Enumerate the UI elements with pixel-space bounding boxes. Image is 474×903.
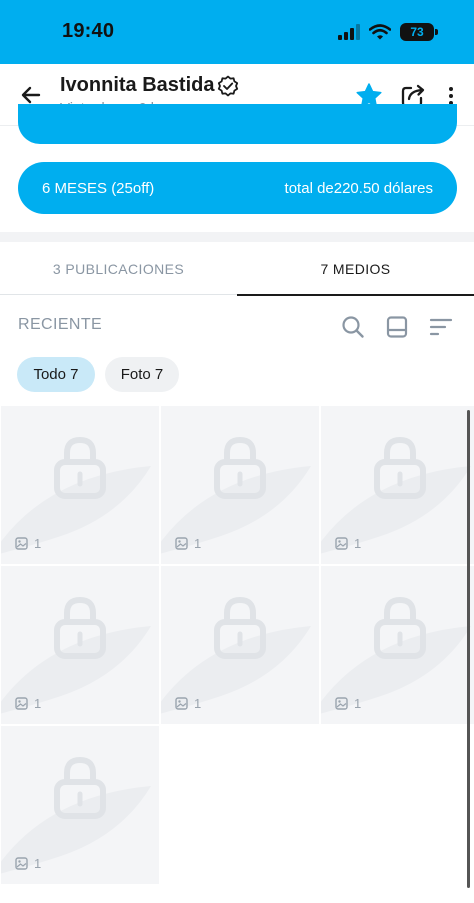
search-button[interactable] <box>340 314 366 340</box>
subscription-bundle-button[interactable]: 6 MESES (25off) total de220.50 dólares <box>18 162 457 214</box>
image-icon <box>15 857 28 870</box>
media-count: 1 <box>15 696 41 711</box>
image-icon <box>335 697 348 710</box>
status-bar: 19:40 73 <box>0 0 474 64</box>
wifi-icon <box>369 24 391 40</box>
profile-name[interactable]: Ivonnita Bastida <box>60 74 239 97</box>
more-dot-icon <box>449 87 453 91</box>
image-icon <box>15 537 28 550</box>
lock-icon <box>374 596 426 659</box>
status-icons: 73 <box>338 22 438 42</box>
media-count: 1 <box>335 696 361 711</box>
bundle-price-label: total de220.50 dólares <box>284 179 433 197</box>
media-count-value: 1 <box>194 536 202 551</box>
media-count-value: 1 <box>194 696 202 711</box>
section-divider <box>0 232 474 242</box>
lock-icon <box>214 596 266 659</box>
media-tile[interactable]: 1 <box>161 566 319 724</box>
layout-toggle-button[interactable] <box>384 314 410 340</box>
media-count: 1 <box>175 536 201 551</box>
lock-icon <box>54 596 106 659</box>
subscription-option-partial[interactable] <box>18 104 457 144</box>
search-icon <box>342 316 364 338</box>
media-count-value: 1 <box>34 696 42 711</box>
signal-icon <box>338 24 360 40</box>
status-time: 19:40 <box>62 20 115 42</box>
profile-tabs: 3 PUBLICACIONES 7 MEDIOS <box>0 242 474 296</box>
media-count-value: 1 <box>354 536 362 551</box>
profile-name-text: Ivonnita Bastida <box>60 74 215 96</box>
more-dot-icon <box>449 94 453 98</box>
media-count-value: 1 <box>354 696 362 711</box>
media-tile[interactable]: 1 <box>1 726 159 884</box>
battery-icon: 73 <box>400 23 438 41</box>
tab-media[interactable]: 7 MEDIOS <box>237 242 474 296</box>
media-count-value: 1 <box>34 536 42 551</box>
media-count: 1 <box>15 536 41 551</box>
lock-icon <box>374 436 426 499</box>
media-tile[interactable]: 1 <box>321 406 474 564</box>
media-tile[interactable]: 1 <box>321 566 474 724</box>
media-tile[interactable]: 1 <box>161 406 319 564</box>
filter-chip-photo[interactable]: Foto 7 <box>105 357 179 392</box>
layout-icon <box>386 316 408 338</box>
media-grid: 1 1 1 1 1 1 1 <box>0 406 474 886</box>
image-icon <box>15 697 28 710</box>
media-count-value: 1 <box>34 856 42 871</box>
battery-level: 73 <box>410 25 424 39</box>
section-title: RECIENTE <box>18 316 103 333</box>
sort-button[interactable] <box>428 314 454 340</box>
lock-icon <box>54 436 106 499</box>
media-count: 1 <box>15 856 41 871</box>
image-icon <box>335 537 348 550</box>
media-count: 1 <box>335 536 361 551</box>
bundle-duration-label: 6 MESES (25off) <box>42 179 155 197</box>
image-icon <box>175 537 188 550</box>
scrollbar[interactable] <box>467 410 470 888</box>
media-count: 1 <box>175 696 201 711</box>
filter-chip-all[interactable]: Todo 7 <box>17 357 95 392</box>
image-icon <box>175 697 188 710</box>
lock-icon <box>54 756 106 819</box>
tab-posts[interactable]: 3 PUBLICACIONES <box>0 242 237 295</box>
media-tile[interactable]: 1 <box>1 406 159 564</box>
sort-icon <box>429 318 453 336</box>
lock-icon <box>214 436 266 499</box>
media-tile[interactable]: 1 <box>1 566 159 724</box>
verified-badge-icon <box>218 75 239 96</box>
